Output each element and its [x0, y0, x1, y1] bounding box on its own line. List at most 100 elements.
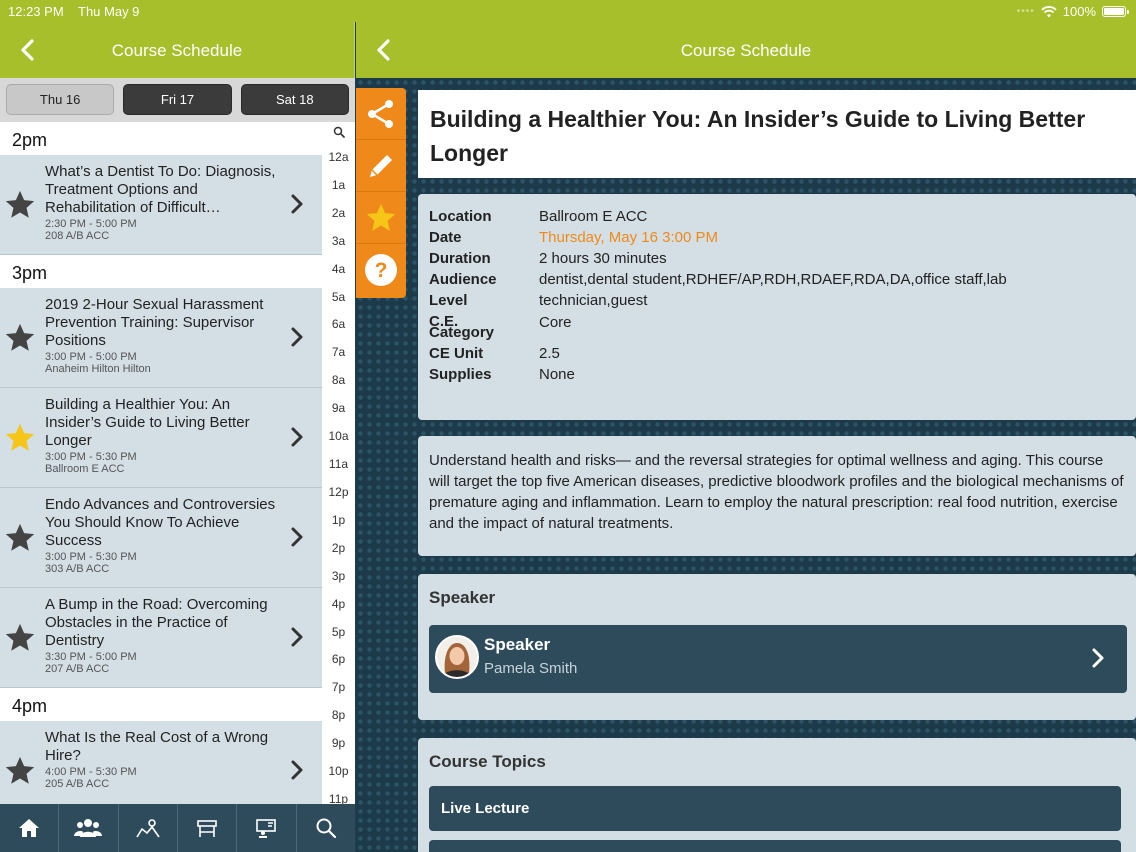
time-index-item[interactable]: 10p: [322, 764, 355, 778]
time-index-item[interactable]: 7p: [322, 680, 355, 694]
value-ce-unit: 2.5: [539, 345, 560, 362]
svg-text:?: ?: [375, 259, 388, 282]
multitasking-dots-icon: ••••: [1016, 6, 1035, 17]
favorite-button[interactable]: [356, 192, 406, 244]
time-index-item[interactable]: 10a: [322, 429, 355, 443]
day-tab-thu-16[interactable]: Thu 16: [6, 84, 115, 115]
value-category: Core: [539, 314, 572, 331]
search-icon[interactable]: [333, 126, 345, 138]
help-button[interactable]: ?: [356, 244, 406, 296]
time-index-item[interactable]: 12a: [322, 150, 355, 164]
favorite-star-icon[interactable]: [3, 155, 37, 254]
action-bar: ?: [356, 88, 406, 298]
chevron-right-icon: [291, 627, 303, 647]
time-index-item[interactable]: 9a: [322, 401, 355, 415]
topic-row-next[interactable]: [429, 840, 1121, 852]
day-tab-sat-18[interactable]: Sat 18: [240, 84, 349, 115]
item-title: Endo Advances and Controversies You Shou…: [45, 496, 276, 549]
favorite-star-icon[interactable]: [3, 288, 37, 387]
map-icon: [136, 819, 160, 838]
list-item[interactable]: What Is the Real Cost of a Wrong Hire? 4…: [0, 721, 322, 804]
speaker-name: Pamela Smith: [484, 660, 578, 677]
search-icon: [316, 818, 336, 839]
time-index-item[interactable]: 5p: [322, 625, 355, 639]
share-button[interactable]: [356, 88, 406, 140]
share-icon: [368, 99, 393, 128]
favorite-star-filled-icon[interactable]: [3, 388, 37, 487]
item-title: What’s a Dentist To Do: Diagnosis, Treat…: [45, 163, 276, 216]
time-index-item[interactable]: 5a: [322, 290, 355, 304]
topics-heading: Course Topics: [429, 752, 546, 771]
time-index[interactable]: 12a 1a 2a 3a 4a 5a 6a 7a 8a 9a 10a 11a 12p 1p 2p 3p 4p 5p…: [322, 122, 355, 804]
edit-notes-button[interactable]: [356, 140, 406, 192]
list-item[interactable]: 2019 2-Hour Sexual Harassment Prevention…: [0, 288, 322, 388]
chevron-right-icon: [291, 194, 303, 214]
item-time: 3:30 PM - 5:00 PM: [45, 651, 137, 663]
tab-attendees[interactable]: [59, 804, 119, 852]
chevron-right-icon: [291, 527, 303, 547]
time-index-item[interactable]: 12p: [322, 485, 355, 499]
item-location: 207 A/B ACC: [45, 663, 110, 675]
list-item[interactable]: What’s a Dentist To Do: Diagnosis, Treat…: [0, 155, 322, 255]
time-index-item[interactable]: 2p: [322, 541, 355, 555]
tab-exhibitors[interactable]: [178, 804, 238, 852]
topic-row[interactable]: Live Lecture: [429, 786, 1121, 831]
label-audience: Audience: [429, 271, 497, 288]
item-location: 208 A/B ACC: [45, 230, 110, 242]
speaker-row[interactable]: Speaker Pamela Smith: [429, 625, 1127, 693]
label-supplies: Supplies: [429, 366, 492, 383]
item-title: Building a Healthier You: An Insider’s G…: [45, 396, 250, 449]
label-duration: Duration: [429, 250, 491, 267]
chevron-right-icon: [1092, 648, 1104, 668]
tab-map[interactable]: [119, 804, 178, 852]
star-icon: [366, 203, 396, 231]
time-index-item[interactable]: 4p: [322, 597, 355, 611]
time-index-item[interactable]: 3p: [322, 569, 355, 583]
list-item[interactable]: A Bump in the Road: Overcoming Obstacles…: [0, 588, 322, 688]
list-item[interactable]: Endo Advances and Controversies You Shou…: [0, 488, 322, 588]
time-index-item[interactable]: 1a: [322, 178, 355, 192]
item-title: What Is the Real Cost of a Wrong Hire?: [45, 729, 269, 764]
favorite-star-icon[interactable]: [3, 721, 37, 804]
time-index-item[interactable]: 2a: [322, 206, 355, 220]
tab-presenters[interactable]: [237, 804, 297, 852]
time-index-item[interactable]: 7a: [322, 345, 355, 359]
left-header-title: Course Schedule: [111, 41, 243, 60]
item-location: Anaheim Hilton Hilton: [45, 363, 151, 375]
favorite-star-icon[interactable]: [3, 488, 37, 587]
schedule-pane: Thu 16 Fri 17 Sat 18 2pm What’s a Dentis…: [0, 78, 355, 804]
time-index-item[interactable]: 8a: [322, 373, 355, 387]
time-index-item[interactable]: 11a: [322, 457, 355, 471]
time-index-item[interactable]: 8p: [322, 708, 355, 722]
item-title: 2019 2-Hour Sexual Harassment Prevention…: [45, 296, 264, 349]
item-location: 205 A/B ACC: [45, 778, 110, 790]
pencil-icon: [370, 154, 392, 177]
time-index-item[interactable]: 6p: [322, 652, 355, 666]
favorite-star-icon[interactable]: [3, 588, 37, 687]
wifi-icon: [1041, 5, 1057, 17]
schedule-list[interactable]: 2pm What’s a Dentist To Do: Diagnosis, T…: [0, 122, 322, 804]
chevron-right-icon: [291, 427, 303, 447]
battery-percent: 100%: [1062, 4, 1096, 19]
item-time: 4:00 PM - 5:30 PM: [45, 766, 137, 778]
value-supplies: None: [539, 366, 575, 383]
time-index-item[interactable]: 1p: [322, 513, 355, 527]
item-time: 3:00 PM - 5:00 PM: [45, 351, 137, 363]
time-index-item[interactable]: 4a: [322, 262, 355, 276]
label-date: Date: [429, 229, 462, 246]
item-time: 2:30 PM - 5:00 PM: [45, 218, 137, 230]
course-title: Building a Healthier You: An Insider’s G…: [430, 106, 1086, 166]
day-tab-fri-17[interactable]: Fri 17: [123, 84, 232, 115]
time-index-item[interactable]: 6a: [322, 317, 355, 331]
speaker-card: Speaker Speaker Pamela Smith: [418, 574, 1136, 720]
people-icon: [74, 819, 103, 837]
value-date[interactable]: Thursday, May 16 3:00 PM: [539, 227, 1125, 248]
time-index-item[interactable]: 9p: [322, 736, 355, 750]
time-index-item[interactable]: 3a: [322, 234, 355, 248]
list-item-selected[interactable]: Building a Healthier You: An Insider’s G…: [0, 388, 322, 488]
tab-search[interactable]: [297, 804, 355, 852]
time-index-item[interactable]: 11p: [322, 792, 355, 804]
right-header: Course Schedule: [356, 22, 1136, 78]
tab-home[interactable]: [0, 804, 60, 852]
left-header: Course Schedule: [0, 22, 355, 78]
